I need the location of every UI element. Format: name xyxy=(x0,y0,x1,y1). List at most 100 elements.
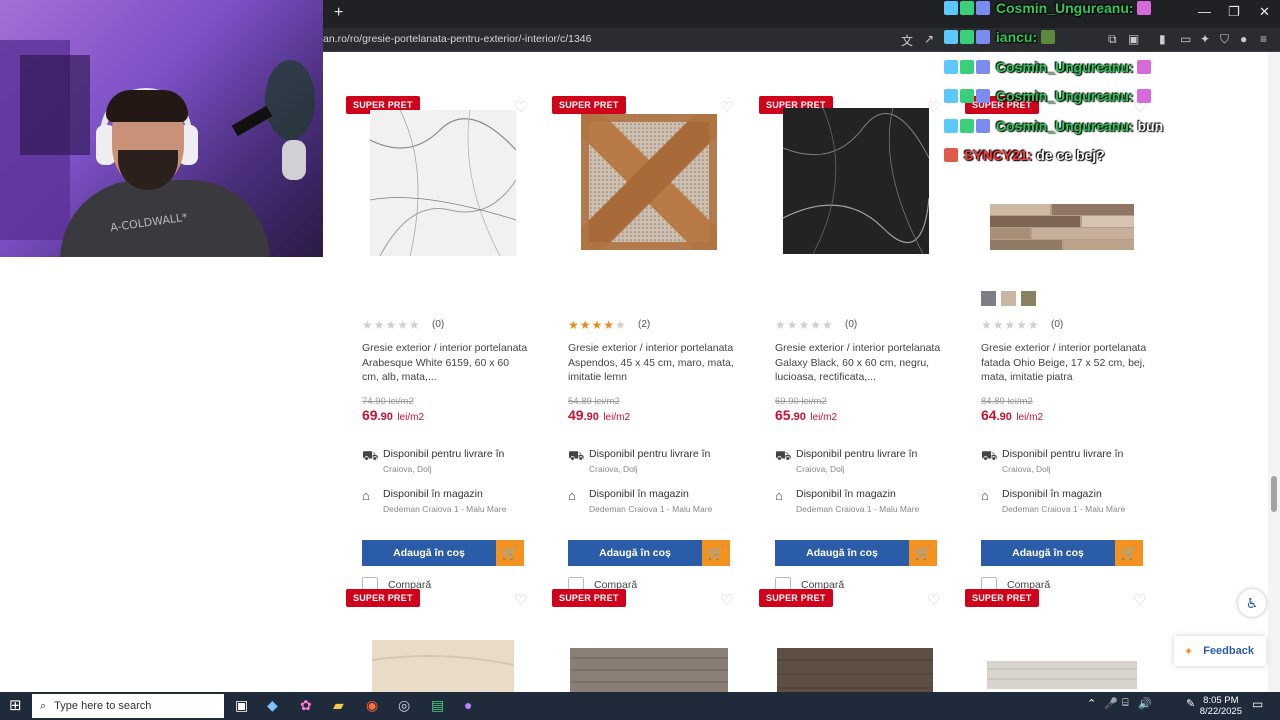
rating-stars: ★★★★★ xyxy=(775,318,834,332)
store-icon: ⌂ xyxy=(568,488,576,503)
badge-icon xyxy=(960,1,974,15)
taskbar-search[interactable]: ⌕ Type here to search xyxy=(32,694,224,718)
chat-message: iancu: xyxy=(944,29,1057,45)
extensions-icon[interactable]: ⧉ xyxy=(1108,32,1117,47)
heart-icon[interactable]: ♡ xyxy=(720,98,733,116)
profile-icon[interactable]: ● xyxy=(1240,32,1247,46)
task-view-icon[interactable]: ▣ xyxy=(235,697,248,714)
pen-icon[interactable]: ✎ xyxy=(1186,697,1195,710)
truck-icon: ⛟ xyxy=(362,448,379,463)
delivery-availability: ⛟ Disponibil pentru livrare în Craiova, … xyxy=(568,448,711,474)
chevron-up-icon[interactable]: ⌃ xyxy=(1087,697,1096,710)
add-to-cart-button[interactable]: Adaugă în coș 🛒 xyxy=(981,540,1143,566)
scrollbar-thumb[interactable] xyxy=(1271,476,1277,512)
app-icon[interactable]: ◆ xyxy=(267,697,278,714)
product-name[interactable]: Gresie exterior / interior portelanata G… xyxy=(775,341,941,385)
rating-stars: ★★★★★ xyxy=(362,318,421,332)
badge-icon xyxy=(976,119,990,133)
cart-icon: 🛒 xyxy=(702,540,730,566)
delivery-availability: ⛟ Disponibil pentru livrare în Craiova, … xyxy=(362,448,505,474)
screen: + — ❐ ✕ an.ro/ro/gresie-portelanata-pent… xyxy=(0,0,1280,720)
file-explorer-icon[interactable]: ▰ xyxy=(333,697,344,714)
cart-icon: 🛒 xyxy=(1115,540,1143,566)
product-name[interactable]: Gresie exterior / interior portelanata f… xyxy=(981,341,1147,385)
product-image-wood-pattern[interactable] xyxy=(581,114,717,250)
heart-icon[interactable]: ♡ xyxy=(514,98,527,116)
product-card-6[interactable]: SUPER PRET ♡ xyxy=(552,589,733,692)
product-image-beige-tile[interactable] xyxy=(372,640,514,692)
terminal-icon[interactable]: ▤ xyxy=(431,697,444,714)
chat-message: Cosmin_Ungureanu: bun xyxy=(944,118,1163,134)
add-to-cart-button[interactable]: Adaugă în coș 🛒 xyxy=(775,540,937,566)
close-icon[interactable]: ✕ xyxy=(1259,4,1270,20)
product-image-grey-wood[interactable] xyxy=(570,648,728,692)
store-availability: ⌂ Disponibil în magazin Dedeman Craiova … xyxy=(775,488,920,514)
wallet-icon[interactable]: ▭ xyxy=(1180,32,1191,46)
accessibility-icon[interactable]: ♿ xyxy=(1238,589,1266,617)
super-price-badge: SUPER PRET xyxy=(346,589,420,607)
current-price: 69.90 lei/m2 xyxy=(362,407,425,423)
discord-icon[interactable]: ● xyxy=(464,697,472,713)
old-price: 69.90 lei/m2 xyxy=(775,396,827,407)
screenshot-icon[interactable]: ▣ xyxy=(1128,32,1139,46)
product-image-marble-black[interactable] xyxy=(783,108,929,254)
badge-icon xyxy=(976,1,990,15)
rating-stars: ★★★★★ xyxy=(981,318,1040,332)
ai-icon[interactable]: ✦ xyxy=(1200,32,1210,46)
product-card-5[interactable]: SUPER PRET ♡ xyxy=(346,589,527,692)
heart-icon[interactable]: ♡ xyxy=(1133,591,1146,609)
translate-icon[interactable]: 文 xyxy=(901,32,913,49)
product-card-2[interactable]: SUPER PRET ♡ ★★★★★ (2) Gresie exterior /… xyxy=(552,96,734,593)
microphone-icon[interactable]: 🎤 xyxy=(1104,697,1118,710)
emote-icon xyxy=(1137,1,1152,15)
product-name[interactable]: Gresie exterior / interior portelanata A… xyxy=(568,341,734,385)
windows-start-icon[interactable]: ⊞ xyxy=(9,696,22,714)
chat-message: Cosmin_Ungureanu: xyxy=(944,59,1153,75)
product-card-8[interactable]: SUPER PRET ♡ xyxy=(965,589,1146,692)
system-clock[interactable]: 8:05 PM 8/22/2025 xyxy=(1200,695,1242,717)
product-name[interactable]: Gresie exterior / interior portelanata A… xyxy=(362,341,528,385)
restore-icon[interactable]: ❐ xyxy=(1228,4,1240,20)
review-count: (0) xyxy=(1051,319,1064,330)
product-image-marble-white[interactable] xyxy=(370,110,516,256)
sidebar-icon[interactable]: ▮ xyxy=(1159,32,1166,46)
heart-icon[interactable]: ♡ xyxy=(720,591,733,609)
browser-icon[interactable]: ◉ xyxy=(366,697,378,714)
badge-icon xyxy=(960,89,974,103)
url-text[interactable]: an.ro/ro/gresie-portelanata-pentru-exter… xyxy=(323,33,591,45)
chat-message: SYNCY21: de ce bej? xyxy=(944,147,1105,163)
product-image-light-wood[interactable] xyxy=(987,661,1137,689)
heart-icon[interactable]: ♡ xyxy=(927,98,940,116)
product-card-3[interactable]: SUPER PRET ♡ ★★★★★ (0) Gresie exterior /… xyxy=(759,96,941,593)
new-tab-button[interactable]: + xyxy=(334,4,343,22)
shield-icon[interactable]: ⛉ xyxy=(1220,32,1229,47)
volume-icon[interactable]: 🔊 xyxy=(1138,697,1152,710)
store-icon: ⌂ xyxy=(362,488,370,503)
product-image-dark-wood[interactable] xyxy=(777,648,933,692)
badge-icon xyxy=(944,1,958,15)
truck-icon: ⛟ xyxy=(981,448,998,463)
heart-icon[interactable]: ♡ xyxy=(514,591,527,609)
streamer-webcam: A-COLDWALL* xyxy=(0,0,323,257)
product-card-7[interactable]: SUPER PRET ♡ xyxy=(759,589,940,692)
page-scrollbar[interactable] xyxy=(1268,52,1280,692)
color-variant-swatches[interactable] xyxy=(981,291,1041,307)
network-icon[interactable]: ⌸ xyxy=(1122,697,1129,710)
store-icon: ⌂ xyxy=(775,488,783,503)
heart-icon[interactable]: ♡ xyxy=(927,591,940,609)
minimize-icon[interactable]: — xyxy=(1198,4,1211,19)
copilot-icon[interactable]: ✿ xyxy=(300,697,312,714)
menu-icon[interactable]: ≡ xyxy=(1260,32,1267,46)
add-to-cart-button[interactable]: Adaugă în coș 🛒 xyxy=(362,540,524,566)
product-card-4[interactable]: SUPER PRET ♡ ★★★★★ (0) Gresie exterior / xyxy=(965,96,1147,593)
product-image-stone-facade[interactable] xyxy=(990,204,1134,250)
current-price: 49.90 lei/m2 xyxy=(568,407,631,423)
current-price: 65.90 lei/m2 xyxy=(775,407,838,423)
super-price-badge: SUPER PRET xyxy=(759,589,833,607)
notifications-icon[interactable]: ▭ xyxy=(1252,697,1263,711)
steam-icon[interactable]: ◎ xyxy=(398,697,410,714)
share-icon[interactable]: ↗ xyxy=(924,32,934,46)
product-card-1[interactable]: SUPER PRET ♡ ★★★★★ (0) Gresie exterior /… xyxy=(346,96,528,593)
add-to-cart-button[interactable]: Adaugă în coș 🛒 xyxy=(568,540,730,566)
feedback-button[interactable]: ✦ Feedback xyxy=(1174,636,1266,666)
